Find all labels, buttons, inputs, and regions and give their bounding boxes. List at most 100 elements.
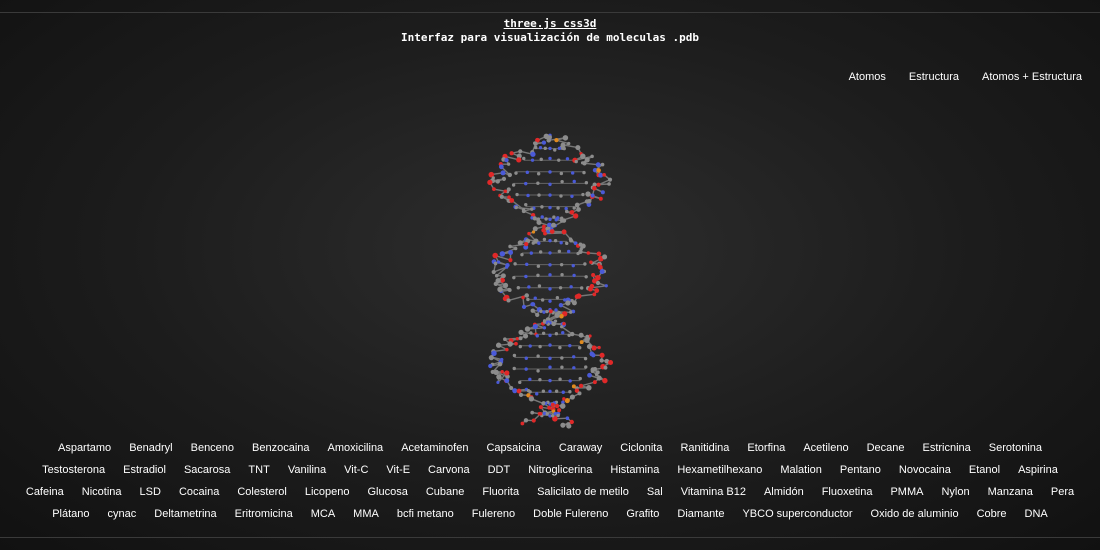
atom (526, 297, 530, 302)
molecule-button[interactable]: Eritromicina (235, 503, 293, 525)
molecule-button[interactable]: Fulereno (472, 503, 515, 525)
atom (530, 302, 535, 307)
molecule-button[interactable]: Deltametrina (154, 503, 216, 525)
menu-atomos-estructura[interactable]: Atomos + Estructura (982, 71, 1082, 83)
molecule-button[interactable]: Serotonina (989, 437, 1042, 459)
molecule-button[interactable]: Vanilina (288, 459, 326, 481)
atom (512, 388, 518, 394)
atom (548, 238, 552, 243)
molecule-button[interactable]: Nylon (941, 481, 969, 503)
molecule-button[interactable]: cynac (108, 503, 137, 525)
molecule-button[interactable]: DDT (488, 459, 511, 481)
molecule-button[interactable]: Malation (780, 459, 822, 481)
molecule-button[interactable]: Estricnina (923, 437, 971, 459)
molecule-button[interactable]: MMA (353, 503, 379, 525)
molecule-button[interactable]: Caraway (559, 437, 602, 459)
atom (493, 261, 498, 266)
molecule-button[interactable]: Decane (867, 437, 905, 459)
molecule-button[interactable]: YBCO superconductor (742, 503, 852, 525)
molecule-button[interactable]: Fluorita (482, 481, 519, 503)
atom (531, 241, 535, 245)
atom (515, 337, 520, 341)
molecule-button[interactable]: Licopeno (305, 481, 350, 503)
atom (548, 182, 552, 187)
molecule-button[interactable]: Nitroglicerina (528, 459, 592, 481)
atom (551, 414, 555, 418)
atom (585, 191, 591, 197)
molecule-button[interactable]: Estradiol (123, 459, 166, 481)
molecule-button[interactable]: Aspirina (1018, 459, 1058, 481)
molecule-button[interactable]: Doble Fulereno (533, 503, 608, 525)
molecule-button[interactable]: LSD (140, 481, 161, 503)
molecule-button[interactable]: Salicilato de metilo (537, 481, 629, 503)
molecule-button[interactable]: Histamina (610, 459, 659, 481)
atom (536, 219, 542, 226)
molecule-button[interactable]: Capsaicina (486, 437, 540, 459)
molecule-button[interactable]: Amoxicilina (328, 437, 384, 459)
molecule-button[interactable]: Cubane (426, 481, 465, 503)
molecule-button[interactable]: Pentano (840, 459, 881, 481)
atom (524, 241, 529, 247)
molecule-button[interactable]: Etanol (969, 459, 1000, 481)
molecule-button[interactable]: Ciclonita (620, 437, 662, 459)
atom (530, 207, 534, 211)
molecule-button[interactable]: Sal (647, 481, 663, 503)
atom (565, 157, 570, 161)
atom (542, 237, 547, 242)
molecule-button[interactable]: Ranitidina (680, 437, 729, 459)
molecule-button[interactable]: Etorfina (747, 437, 785, 459)
molecule-button[interactable]: Diamante (677, 503, 724, 525)
atom (549, 309, 553, 314)
atom (548, 251, 552, 255)
atom (537, 284, 542, 288)
atom (559, 262, 564, 267)
molecule-button[interactable]: Vit-C (344, 459, 368, 481)
atom (518, 344, 522, 349)
molecule-button[interactable]: Acetaminofen (401, 437, 468, 459)
molecule-button[interactable]: Oxido de aluminio (871, 503, 959, 525)
molecule-button[interactable]: Vit-E (386, 459, 410, 481)
molecule-button[interactable]: MCA (311, 503, 335, 525)
molecule-button[interactable]: bcfi metano (397, 503, 454, 525)
molecule-viewer[interactable] (460, 125, 640, 435)
molecule-button[interactable]: Cobre (977, 503, 1007, 525)
atom (592, 380, 597, 385)
molecule-button[interactable]: Aspartamo (58, 437, 111, 459)
molecule-button[interactable]: Benzocaina (252, 437, 310, 459)
molecule-button[interactable]: Plátano (52, 503, 89, 525)
molecule-button[interactable]: Hexametilhexano (677, 459, 762, 481)
menu-atomos[interactable]: Atomos (849, 71, 886, 83)
molecule-list: Aspartamo Benadryl Benceno Benzocaina Amoxic… (14, 437, 1086, 525)
threejs-link[interactable]: three.js css3d (504, 17, 597, 30)
molecule-button[interactable]: Novocaina (899, 459, 951, 481)
molecule-button[interactable]: Colesterol (237, 481, 287, 503)
atom (492, 187, 496, 192)
molecule-button[interactable]: TNT (248, 459, 269, 481)
molecule-button[interactable]: Acetileno (803, 437, 848, 459)
molecule-button[interactable]: Benadryl (129, 437, 172, 459)
molecule-button[interactable]: DNA (1025, 503, 1048, 525)
molecule-button[interactable]: Almidón (764, 481, 804, 503)
molecule-button[interactable]: Nicotina (82, 481, 122, 503)
molecule-button[interactable]: Benceno (191, 437, 234, 459)
menu-estructura[interactable]: Estructura (909, 71, 959, 83)
molecule-button[interactable]: Sacarosa (184, 459, 230, 481)
molecule-button[interactable]: Vitamina B12 (681, 481, 746, 503)
molecule-button[interactable]: Grafito (626, 503, 659, 525)
molecule-button[interactable]: Carvona (428, 459, 470, 481)
molecule-button[interactable]: Cocaina (179, 481, 219, 503)
atom (524, 326, 531, 332)
molecule-button[interactable]: Testosterona (42, 459, 105, 481)
atom (569, 210, 575, 215)
atom (536, 172, 541, 176)
atom (586, 344, 592, 350)
molecule-button[interactable]: PMMA (890, 481, 923, 503)
molecule-button[interactable]: Cafeina (26, 481, 64, 503)
atom (493, 369, 499, 376)
atom (536, 273, 540, 278)
molecule-button[interactable]: Fluoxetina (822, 481, 873, 503)
molecule-button[interactable]: Manzana (988, 481, 1033, 503)
molecule-button[interactable]: Pera (1051, 481, 1074, 503)
atom (528, 344, 532, 348)
molecule-button[interactable]: Glucosa (368, 481, 408, 503)
